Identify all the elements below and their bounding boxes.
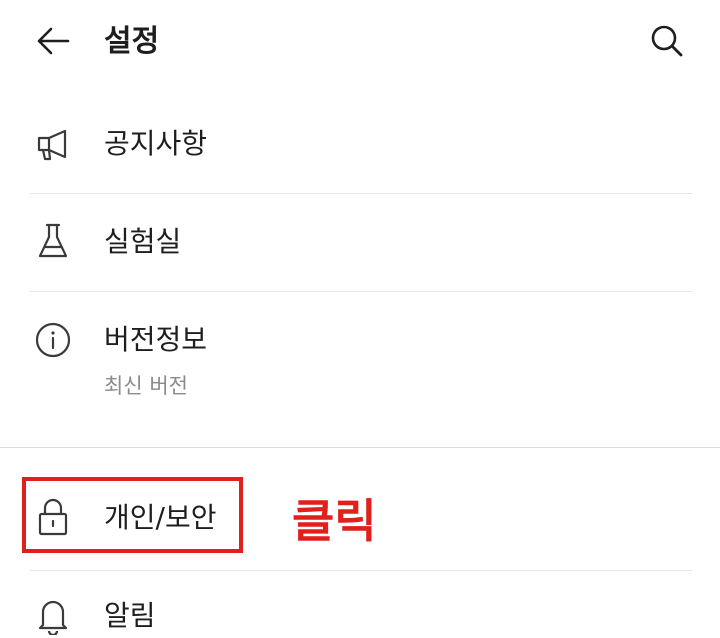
menu-item-label: 실험실 xyxy=(104,225,182,258)
click-annotation: 클릭 xyxy=(292,494,377,548)
info-icon xyxy=(30,317,76,363)
arrow-left-icon xyxy=(35,26,71,60)
search-button[interactable] xyxy=(640,18,694,68)
menu-item-notice[interactable]: 공지사항 xyxy=(0,112,720,192)
back-button[interactable] xyxy=(26,22,80,64)
flask-icon xyxy=(30,218,76,264)
menu-item-lab[interactable]: 실험실 xyxy=(0,210,720,290)
divider xyxy=(30,193,692,194)
megaphone-icon xyxy=(30,122,76,168)
bell-icon xyxy=(30,592,76,638)
page-title: 설정 xyxy=(104,24,160,59)
menu-item-label: 알림 xyxy=(104,599,156,632)
divider xyxy=(30,291,692,292)
menu-item-label: 공지사항 xyxy=(104,127,208,160)
app-header: 설정 xyxy=(0,0,720,86)
section-divider xyxy=(0,447,720,448)
search-icon xyxy=(649,23,685,63)
divider xyxy=(30,570,692,571)
menu-item-notifications[interactable]: 알림 xyxy=(0,582,720,638)
menu-item-version[interactable]: 버전정보 최신 버전 xyxy=(0,308,720,428)
highlight-box xyxy=(22,477,243,553)
version-status: 최신 버전 xyxy=(104,374,188,398)
menu-item-label: 버전정보 xyxy=(104,323,208,356)
